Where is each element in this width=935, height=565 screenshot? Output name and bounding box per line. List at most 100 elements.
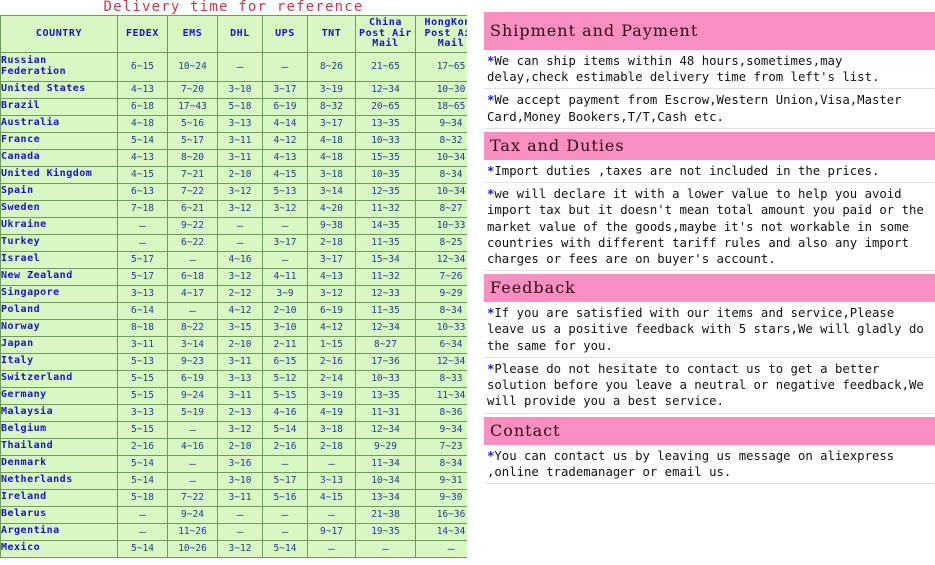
delivery-time-cell: — [262, 454, 308, 473]
delivery-time-cell: 5~15 [262, 386, 308, 405]
delivery-time-cell: 15~34 [355, 250, 416, 269]
delivery-time-cell: — [117, 216, 168, 235]
column-header-line: Mail [372, 38, 399, 49]
delivery-time-cell: 3~19 [307, 386, 356, 405]
delivery-time-cell: 6~19 [307, 301, 356, 320]
column-header-line: HongKong [424, 17, 467, 28]
delivery-time-cell: 2~11 [262, 335, 308, 354]
delivery-time-cell: 5~14 [117, 454, 168, 473]
delivery-time-cell: 12~34 [415, 352, 467, 371]
country-name-line: Japan [1, 338, 34, 350]
delivery-time-cell: 10~34 [415, 148, 467, 167]
delivery-time-cell: 10~30 [415, 80, 467, 99]
country-cell: Sweden [0, 199, 118, 218]
country-name-line: Turkey [1, 236, 41, 248]
delivery-time-cell: 4~18 [307, 148, 356, 167]
country-cell: Brazil [0, 97, 118, 116]
delivery-time-cell: 7~26 [415, 267, 467, 286]
table-row: Australia 4~18 5~16 3~13 4~14 3~17 13~35 9~34 [0, 114, 467, 133]
delivery-time-cell: 3~11 [217, 131, 263, 150]
delivery-time-cell: — [262, 250, 308, 269]
delivery-time-cell: 7~23 [415, 437, 467, 456]
delivery-time-cell: 2~10 [217, 437, 263, 456]
delivery-time-cell: 3~11 [117, 335, 168, 354]
delivery-time-cell: 3~10 [217, 80, 263, 99]
delivery-time-cell: — [167, 454, 218, 473]
table-header-row: COUNTRY FEDEX EMS DHL UPS TNT China Post Air Mai… [0, 15, 467, 53]
delivery-time-cell: 11~35 [355, 301, 416, 320]
delivery-time-cell: 10~33 [415, 318, 467, 337]
column-header-line: FEDEX [125, 27, 160, 39]
delivery-time-cell: 11~26 [167, 522, 218, 541]
info-paragraph: *We accept payment from Escrow,Western U… [484, 89, 935, 129]
delivery-time-cell: 9~23 [167, 352, 218, 371]
column-header-hongkong-post-air-mail: HongKongPost AirMail [415, 15, 467, 53]
delivery-time-cell: 10~26 [167, 539, 218, 558]
delivery-time-cell: 8~18 [117, 318, 168, 337]
delivery-time-cell: 8~32 [415, 131, 467, 150]
delivery-time-cell: 5~14 [117, 471, 168, 490]
table-row: Japan 3~11 3~14 2~10 2~11 1~15 8~27 6~34 [0, 335, 467, 354]
table-row: Sweden 7~18 6~21 3~12 3~12 4~20 11~32 8~27 [0, 199, 467, 218]
country-name-line: Thailand [1, 440, 54, 452]
column-header-ups: UPS [262, 15, 308, 53]
delivery-time-cell: 9~22 [167, 216, 218, 235]
country-cell: Ukraine [0, 216, 118, 235]
delivery-time-cell: — [217, 51, 263, 82]
delivery-time-cell: 3~13 [217, 369, 263, 388]
country-cell: Belarus [0, 505, 118, 524]
table-row: Ukraine —9~22— —9~38 14~35 10~33 [0, 216, 467, 235]
delivery-time-cell: 3~17 [262, 80, 308, 99]
delivery-time-cell: 10~35 [355, 165, 416, 184]
delivery-time-cell: — [307, 505, 356, 524]
column-header-line: EMS [182, 27, 203, 39]
delivery-time-cell: 5~14 [117, 131, 168, 150]
delivery-time-cell: 3~11 [217, 352, 263, 371]
delivery-time-cell: 4~19 [307, 403, 356, 422]
table-row: Switzerland 5~15 6~19 3~13 5~12 2~14 10~33 8~33 [0, 369, 467, 388]
delivery-time-cell: 5~14 [262, 539, 308, 558]
table-row: Ireland 5~18 7~22 3~11 5~16 4~15 13~34 9~30 [0, 488, 467, 507]
delivery-time-cell: — [415, 539, 467, 558]
table-row: United States 4~13 7~20 3~10 3~17 3~19 12~34 10… [0, 80, 467, 99]
delivery-time-cell: 3~12 [217, 539, 263, 558]
column-header-line: Mail [437, 38, 465, 49]
delivery-time-cell: 12~35 [355, 182, 416, 201]
country-cell: France [0, 131, 118, 150]
delivery-time-cell: 13~35 [355, 386, 416, 405]
delivery-time-cell: 13~34 [355, 488, 416, 507]
delivery-time-cell: 5~14 [262, 420, 308, 439]
delivery-time-cell: 6~15 [117, 51, 168, 82]
delivery-time-cell: 4~20 [307, 199, 356, 218]
page-title: Delivery time for reference [103, 0, 364, 15]
delivery-time-cell: 2~16 [117, 437, 168, 456]
delivery-time-cell: 3~17 [307, 114, 356, 133]
delivery-time-cell: 9~24 [167, 386, 218, 405]
table-row: New Zealand 5~17 6~18 3~12 4~11 4~13 11~32 7~26 [0, 267, 467, 286]
delivery-time-cell: 2~18 [307, 233, 356, 252]
bullet-star-icon: * [487, 448, 495, 463]
delivery-time-cell: — [167, 301, 218, 320]
table-row: Israel 5~17—4~16—3~17 15~34 12~34 [0, 250, 467, 269]
delivery-time-cell: 9~29 [355, 437, 416, 456]
delivery-time-cell: 8~32 [307, 97, 356, 116]
delivery-time-cell: 6~18 [167, 267, 218, 286]
country-name-line: United States [1, 83, 86, 95]
delivery-time-cell: 3~18 [307, 420, 356, 439]
bullet-star-icon: * [487, 187, 495, 202]
column-header-china-post-air-mail: China Post Air Mail [355, 15, 416, 53]
delivery-time-cell: 2~18 [307, 437, 356, 456]
section-heading-contact: Contact [484, 416, 935, 445]
delivery-time-cell: 5~19 [167, 403, 218, 422]
delivery-time-cell: — [117, 233, 168, 252]
delivery-table-pane: Delivery time for reference COUNTRY FEDEX… [0, 0, 467, 565]
country-name-line: Israel [1, 253, 41, 265]
delivery-time-cell: 3~13 [117, 284, 168, 303]
country-cell: United States [0, 80, 118, 99]
delivery-time-cell: 6~14 [117, 301, 168, 320]
delivery-time-cell: 10~33 [355, 369, 416, 388]
country-cell: Japan [0, 335, 118, 354]
delivery-time-cell: 6~15 [262, 352, 308, 371]
country-cell: Turkey [0, 233, 118, 252]
country-cell: United Kingdom [0, 165, 118, 184]
